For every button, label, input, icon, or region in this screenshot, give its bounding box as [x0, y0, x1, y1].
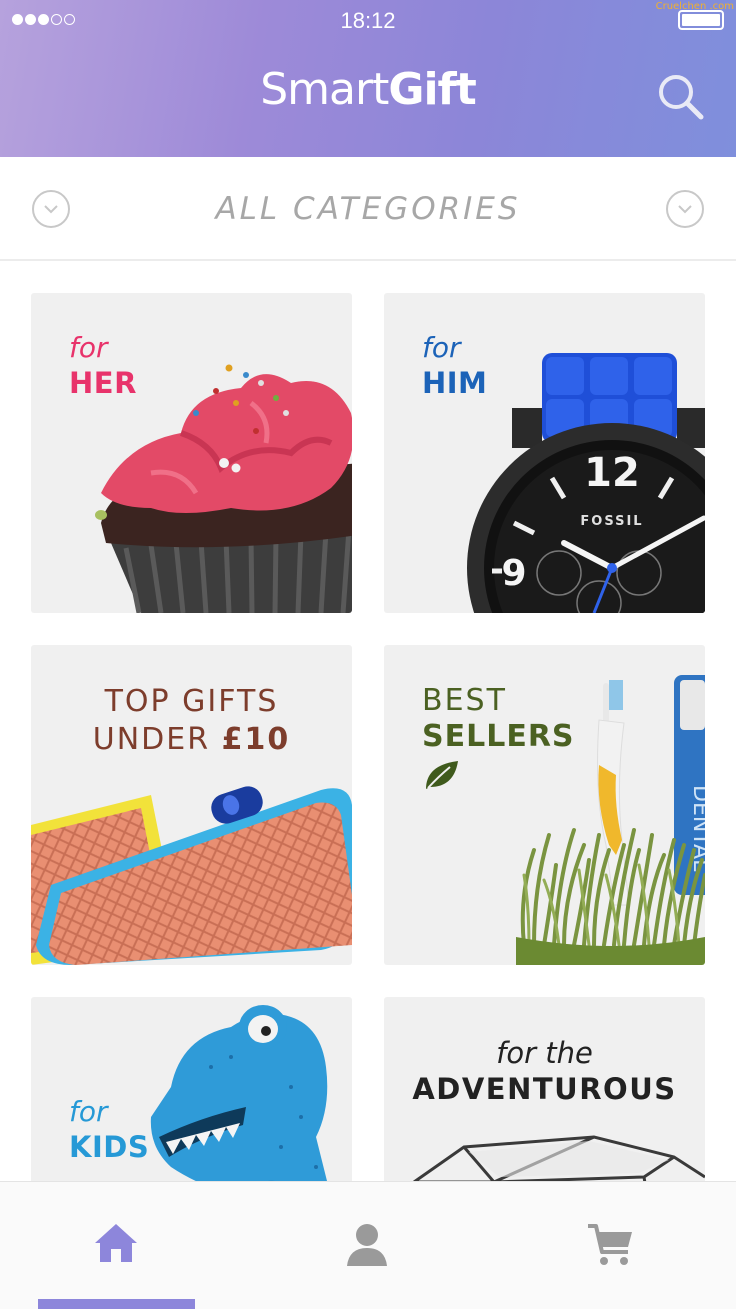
leaf-icon — [426, 761, 458, 789]
tile-title-price: £10 — [221, 722, 291, 757]
tile-for-word: for — [69, 1095, 108, 1128]
cart-icon — [588, 1224, 632, 1265]
battery-icon — [678, 10, 724, 30]
category-grid: for HER 12 FOSSIL 9 for HIM TOP GIFTS UN… — [0, 263, 736, 1181]
tile-title-line1: for the — [496, 1036, 593, 1070]
status-bar: 18:12 Cruelchen .com — [0, 0, 736, 40]
user-icon — [347, 1224, 387, 1266]
chevron-down-icon — [678, 205, 692, 214]
search-button[interactable] — [656, 72, 706, 122]
home-icon — [95, 1224, 137, 1262]
next-category-button[interactable] — [666, 190, 704, 228]
category-title[interactable]: ALL CATEGORIES — [0, 191, 736, 227]
tile-title-line2: ADVENTUROUS — [412, 1072, 677, 1106]
tile-best-sellers[interactable]: DENTAL BEST SELLERS — [384, 645, 705, 965]
tile-title: KIDS — [69, 1130, 150, 1164]
category-selector: ALL CATEGORIES — [0, 157, 736, 261]
tile-title-line1: BEST — [422, 683, 507, 718]
status-time: 18:12 — [340, 8, 396, 33]
tile-for-adventurous[interactable]: for the ADVENTUROUS — [384, 997, 705, 1181]
tile-label: for HIM — [422, 331, 487, 401]
tile-label: for the ADVENTUROUS — [384, 1035, 705, 1107]
watch-brand-label: FOSSIL — [580, 514, 643, 529]
tile-title-line2: SELLERS — [422, 719, 575, 754]
tile-for-word: for — [422, 331, 461, 364]
tile-label: TOP GIFTS UNDER £10 — [31, 683, 352, 759]
logo-text-smart: Smart — [260, 64, 389, 115]
tile-title-under: UNDER — [92, 722, 222, 757]
bottom-navigation — [0, 1181, 736, 1309]
tile-label: for KIDS — [69, 1095, 149, 1165]
app-logo: SmartGift — [0, 64, 736, 115]
tile-label: BEST SELLERS — [422, 683, 575, 797]
svg-text:9: 9 — [501, 553, 526, 594]
app-header: 18:12 Cruelchen .com SmartGift — [0, 0, 736, 157]
tile-title: HER — [69, 366, 137, 400]
active-tab-indicator — [38, 1299, 195, 1309]
tile-for-kids[interactable]: for KIDS — [31, 997, 352, 1181]
nav-home-button[interactable] — [0, 1182, 245, 1309]
tile-title: HIM — [422, 366, 488, 400]
nav-profile-button[interactable] — [245, 1182, 490, 1309]
tile-title-line2: UNDER £10 — [31, 721, 352, 759]
tile-for-her[interactable]: for HER — [31, 293, 352, 613]
nav-cart-button[interactable] — [490, 1182, 735, 1309]
logo-text-gift: Gift — [388, 64, 476, 115]
watch-dial-number: 12 — [584, 450, 640, 496]
tile-title-line1: TOP GIFTS — [104, 684, 279, 719]
tile-for-him[interactable]: 12 FOSSIL 9 for HIM — [384, 293, 705, 613]
tile-for-word: for — [69, 331, 108, 364]
tile-top-gifts[interactable]: TOP GIFTS UNDER £10 — [31, 645, 352, 965]
tile-label: for HER — [69, 331, 137, 401]
search-icon — [659, 75, 704, 120]
